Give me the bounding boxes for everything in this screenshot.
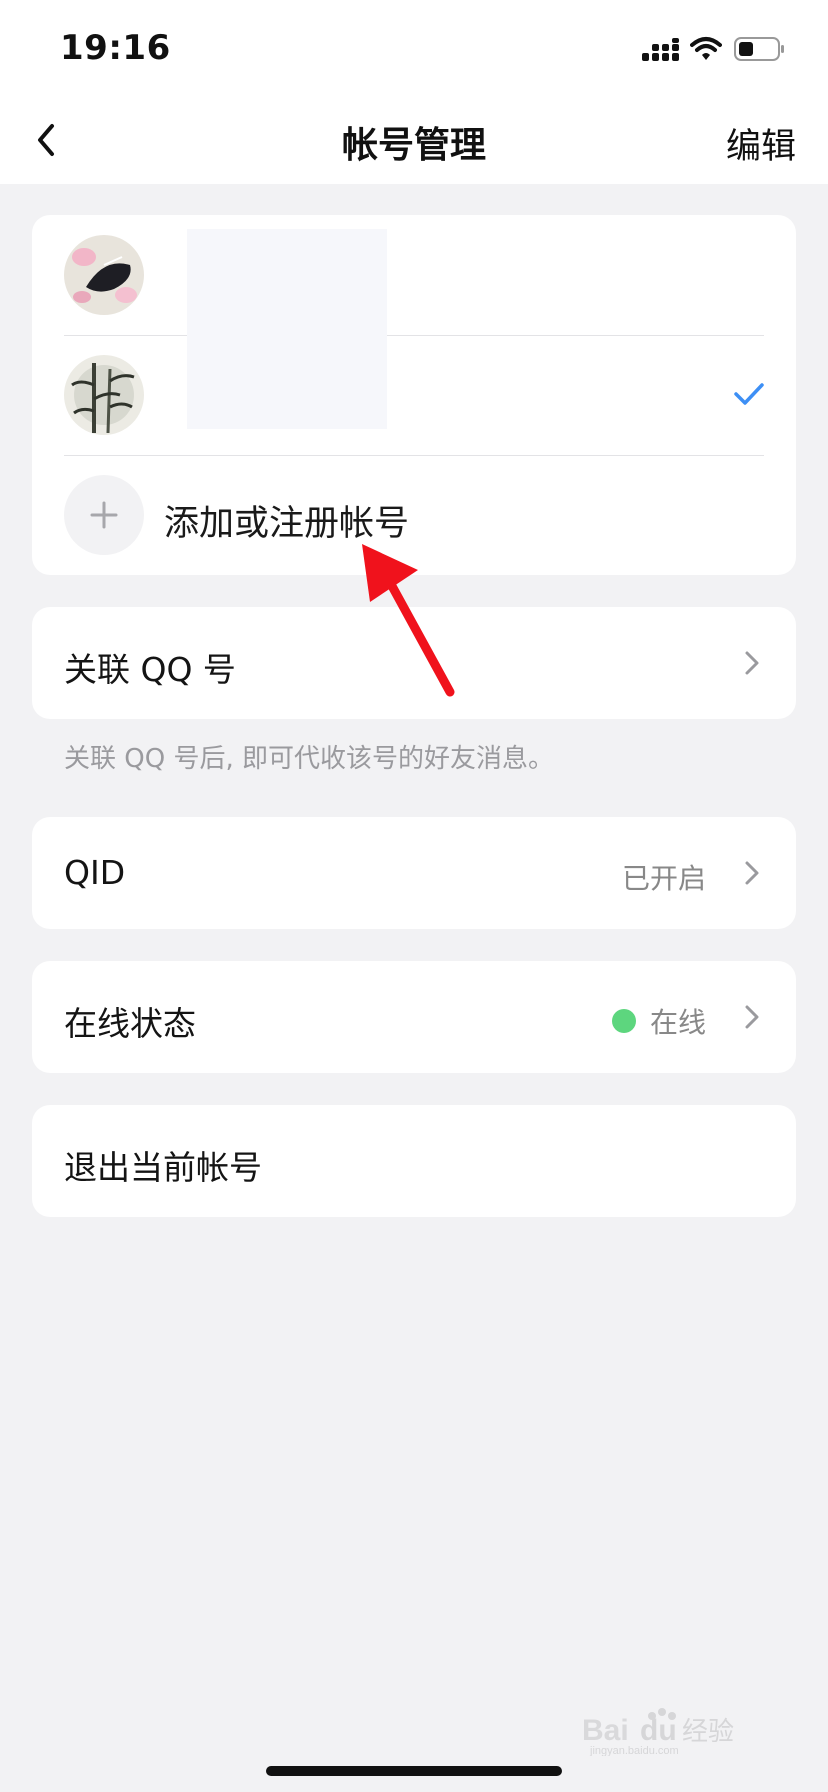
plus-icon — [90, 501, 118, 529]
logout-label: 退出当前帐号 — [64, 1148, 262, 1187]
logout-row[interactable]: 退出当前帐号 — [32, 1105, 796, 1217]
home-indicator[interactable] — [266, 1766, 562, 1776]
add-account-button[interactable] — [64, 475, 144, 555]
svg-text:jingyan.baidu.com: jingyan.baidu.com — [589, 1745, 679, 1756]
online-dot-icon — [612, 1009, 636, 1033]
linked-qq-hint: 关联 QQ 号后, 即可代收该号的好友消息。 — [64, 744, 554, 774]
qid-status: 已开启 — [621, 862, 706, 895]
online-status-value: 在线 — [649, 1006, 706, 1039]
online-status-label: 在线状态 — [64, 1004, 196, 1043]
battery-icon — [734, 37, 784, 61]
page-title: 帐号管理 — [341, 125, 486, 166]
baidu-watermark-logo: Bai du 经验 jingyan.baidu.com — [582, 1706, 782, 1757]
nav-bar: 帐号管理 编辑 — [0, 96, 828, 184]
checkmark-icon — [734, 383, 764, 405]
svg-text:Bai: Bai — [582, 1714, 629, 1747]
accounts-card: 添加或注册帐号 — [32, 215, 796, 575]
redacted-account-names — [187, 229, 387, 429]
annotation-arrow-icon — [362, 544, 455, 697]
svg-text:du: du — [640, 1714, 677, 1747]
linked-qq-label: 关联 QQ 号 — [64, 650, 236, 689]
wifi-icon — [690, 37, 722, 60]
avatar — [64, 355, 144, 435]
edit-button[interactable]: 编辑 — [726, 118, 796, 169]
status-time: 19:16 — [60, 28, 171, 68]
chevron-right-icon — [745, 861, 759, 885]
online-status-row[interactable]: 在线状态 在线 — [32, 961, 796, 1073]
qid-row[interactable]: QID 已开启 — [32, 817, 796, 929]
chevron-right-icon — [745, 651, 759, 675]
qid-label: QID — [64, 853, 126, 892]
account-row-selected[interactable] — [32, 335, 796, 455]
status-bar: 19:16 — [0, 0, 828, 96]
account-row[interactable] — [32, 215, 796, 335]
signal-icon — [642, 38, 679, 61]
avatar — [64, 235, 144, 315]
svg-text:经验: 经验 — [682, 1717, 734, 1747]
status-icons — [642, 34, 792, 66]
chevron-right-icon — [745, 1005, 759, 1029]
